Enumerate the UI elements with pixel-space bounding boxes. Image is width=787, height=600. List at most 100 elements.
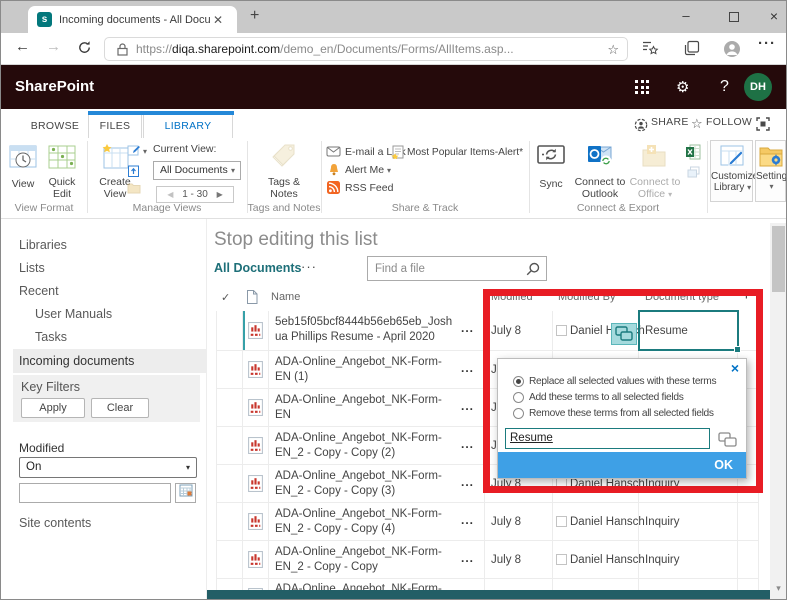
column-header-modified-by[interactable]: Modified By [558,291,615,303]
date-picker-button[interactable] [175,483,196,503]
callout-close-icon[interactable]: × [731,360,739,376]
managed-metadata-tags-icon[interactable] [611,323,637,345]
item-pagination[interactable]: ◀ 1 - 30 ▶ [156,186,234,203]
outlook-icon[interactable] [587,143,613,169]
sidebar-item-lists[interactable]: Lists [19,261,45,275]
person-checkbox[interactable] [556,516,567,527]
app-launcher-icon[interactable] [635,80,650,95]
bookmark-star-icon[interactable]: ☆ [607,42,619,58]
favorites-bar-icon[interactable] [642,40,659,56]
row-menu-icon[interactable]: ... [461,513,474,527]
window-close-button[interactable]: × [757,1,787,33]
settings-gear-icon[interactable]: ⚙ [676,78,689,96]
quick-edit-label-1[interactable]: Quick [43,176,81,188]
view-button-label[interactable]: View [3,178,43,190]
quick-edit-icon[interactable] [47,143,77,172]
option-remove[interactable]: Remove these terms from all selected fie… [508,407,714,420]
view-menu-icon[interactable]: ··· [301,259,317,274]
alert-me-button[interactable]: Alert Me ▾ [345,164,391,176]
share-button[interactable]: SHARE [651,116,689,128]
sidebar-item-libraries[interactable]: Libraries [19,238,67,252]
rss-feed-button[interactable]: RSS Feed [345,182,393,194]
row-menu-icon[interactable]: ... [461,321,474,335]
table-row[interactable]: ADA-Online_Angebot_NK-Form-EN_2 - Copy -… [216,503,759,541]
follow-button[interactable]: FOLLOW [706,116,752,128]
cell-fill-handle[interactable] [734,346,741,353]
window-maximize-button[interactable] [717,1,751,33]
row-name-cell[interactable]: 5eb15f05bcf8444b56eb65eb_Joshua Phillips… [269,311,485,350]
sidebar-item-incoming-documents[interactable]: Incoming documents [13,349,206,373]
column-header-modified[interactable]: Modified [491,291,533,303]
page-next-icon[interactable]: ▶ [217,190,223,199]
ok-button[interactable]: OK [498,452,746,478]
row-menu-icon[interactable]: ... [461,399,474,413]
help-icon[interactable]: ? [720,78,729,96]
clear-button[interactable]: Clear [91,398,149,418]
sidebar-item-recent[interactable]: Recent [19,284,59,298]
option-add[interactable]: Add these terms to all selected fields [508,391,684,404]
sidebar-item-site-contents[interactable]: Site contents [19,516,91,530]
find-file-search[interactable] [367,256,547,281]
tab-browse[interactable]: BROWSE [26,115,84,139]
tags-notes-label-2[interactable]: Notes [247,188,321,200]
view-icon[interactable] [8,143,38,172]
profile-icon[interactable] [723,40,741,58]
person-checkbox[interactable] [556,554,567,565]
tags-notes-label-1[interactable]: Tags & [247,176,321,188]
popular-items-button[interactable]: Most Popular Items-Alert* [407,147,523,158]
quick-edit-label-2[interactable]: Edit [43,188,81,200]
browser-tab[interactable]: s Incoming documents - All Docu... ✕ [28,6,237,33]
modify-view-icon[interactable] [127,144,141,157]
navigate-up-icon[interactable] [127,164,140,178]
select-all-check-icon[interactable]: ✓ [221,291,230,304]
search-input[interactable] [375,259,520,278]
apply-button[interactable]: Apply [21,398,85,418]
connect-outlook-label-2[interactable]: Outlook [573,188,627,200]
tab-library[interactable]: LIBRARY [143,115,233,139]
file-type-column-icon[interactable] [246,290,258,304]
row-menu-icon[interactable]: ... [461,437,474,451]
radio-replace-icon[interactable] [513,376,524,387]
connect-outlook-label-1[interactable]: Connect to [573,176,627,188]
sidebar-item-user-manuals[interactable]: User Manuals [35,307,112,321]
row-menu-icon[interactable]: ... [461,475,474,489]
browser-menu-icon[interactable]: ··· [758,35,776,52]
library-settings-button[interactable]: Settings ▾ [755,140,786,202]
scrollbar-thumb[interactable] [772,226,785,292]
modified-operator-select[interactable]: On▾ [19,457,197,478]
user-avatar[interactable]: DH [744,73,772,101]
sync-icon[interactable] [537,145,565,169]
selected-cell-outline[interactable] [638,310,739,351]
sidebar-item-tasks[interactable]: Tasks [35,330,67,344]
sync-label[interactable]: Sync [532,178,570,190]
back-icon[interactable]: ← [15,38,30,55]
stop-editing-link[interactable]: Stop editing this list [214,229,378,251]
search-icon[interactable] [526,262,540,276]
radio-remove-icon[interactable] [513,408,524,419]
person-checkbox[interactable] [556,325,567,336]
modified-date-input[interactable] [19,483,171,503]
window-minimize-button[interactable]: – [669,1,703,33]
term-picker-icon[interactable] [717,431,739,449]
tab-close-icon[interactable]: ✕ [213,13,223,27]
create-view-icon[interactable] [100,143,130,172]
column-header-name[interactable]: Name [271,291,300,303]
term-input[interactable]: Resume [505,428,710,449]
row-menu-icon[interactable]: ... [461,361,474,375]
page-prev-icon[interactable]: ◀ [167,190,173,199]
add-column-button[interactable]: + [742,287,751,304]
address-bar[interactable]: https://diqa.sharepoint.com/demo_en/Docu… [104,37,628,61]
person-checkbox[interactable] [556,478,567,489]
row-menu-icon[interactable]: ... [461,551,474,565]
column-header-doc-type[interactable]: Document type [645,291,719,303]
new-tab-button[interactable]: + [250,7,259,25]
option-replace[interactable]: Replace all selected values with these t… [508,375,716,388]
forward-icon[interactable]: → [46,38,61,55]
focus-mode-icon[interactable] [756,117,770,131]
view-selector[interactable]: All Documents [214,261,302,275]
modify-view-caret-icon[interactable]: ▾ [143,147,147,156]
tab-files[interactable]: FILES [88,115,142,139]
refresh-icon[interactable] [77,40,92,55]
customize-library-button[interactable]: Customize Library ▾ [710,140,753,202]
radio-add-icon[interactable] [513,392,524,403]
